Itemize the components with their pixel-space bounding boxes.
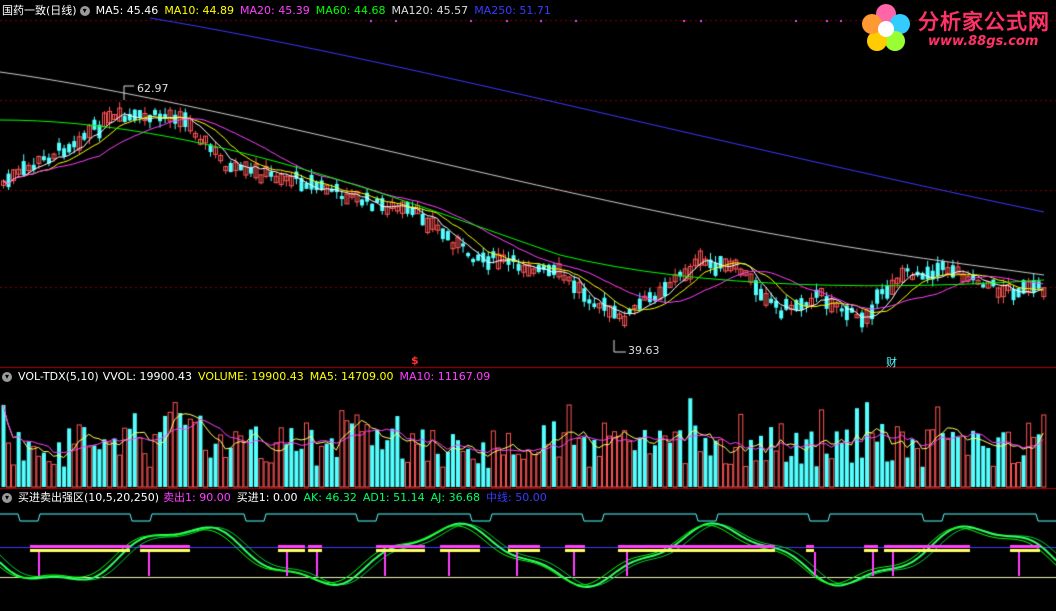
ma60-label: MA60: 44.68 xyxy=(315,4,386,17)
main-chart-title: 国药一致(日线) xyxy=(2,4,77,17)
logo-text: 分析家公式网 xyxy=(918,10,1050,34)
indicator-header: ▾ 买进卖出强区(10,5,20,250) 卖出1: 90.00 买进1: 0.00 A… xyxy=(2,490,553,506)
chevron-down-icon[interactable]: ▾ xyxy=(79,6,90,16)
ma20-label: MA20: 45.39 xyxy=(240,4,310,17)
chevron-down-icon[interactable]: ▾ xyxy=(2,372,12,382)
high-price-label: 62.97 xyxy=(137,82,169,95)
low-price-label: 39.63 xyxy=(628,344,660,357)
buy1-label: 买进1: 0.00 xyxy=(236,491,298,504)
chevron-down-icon[interactable]: ▾ xyxy=(2,493,12,503)
volume-label: VOLUME: 19900.43 xyxy=(198,370,304,383)
indicator-title: 买进卖出强区(10,5,20,250) xyxy=(18,491,160,504)
ma10-label: MA10: 44.89 xyxy=(164,4,235,17)
ma120-label: MA120: 45.57 xyxy=(391,4,469,17)
sell1-label: 卖出1: 90.00 xyxy=(163,491,231,504)
main-chart-header: 国药一致(日线) ▾ MA5: 45.46 MA10: 44.89 MA20: 45.3… xyxy=(2,3,557,19)
site-logo: 分析家公式网 www.88gs.com xyxy=(860,2,1050,54)
event-marker-dollar[interactable]: $ xyxy=(411,354,419,367)
ad1-label: AD1: 51.14 xyxy=(362,491,425,504)
vol-ma10-label: MA10: 11167.09 xyxy=(399,370,491,383)
volume-header: ▾ VOL-TDX(5,10) VVOL: 19900.43 VOLUME: 1990… xyxy=(2,369,496,385)
ak-label: AK: 46.32 xyxy=(303,491,357,504)
vol-ma5-label: MA5: 14709.00 xyxy=(309,370,394,383)
volume-title: VOL-TDX(5,10) xyxy=(18,370,99,383)
midline-label: 中线: 50.00 xyxy=(486,491,547,504)
ma250-label: MA250: 51.71 xyxy=(474,4,551,17)
ma5-label: MA5: 45.46 xyxy=(95,4,159,17)
aj-label: AJ: 36.68 xyxy=(430,491,481,504)
flower-icon xyxy=(862,4,910,51)
event-marker-finance[interactable]: 财 xyxy=(886,354,897,370)
vvol-label: VVOL: 19900.43 xyxy=(102,370,193,383)
logo-url: www.88gs.com xyxy=(928,34,1039,49)
